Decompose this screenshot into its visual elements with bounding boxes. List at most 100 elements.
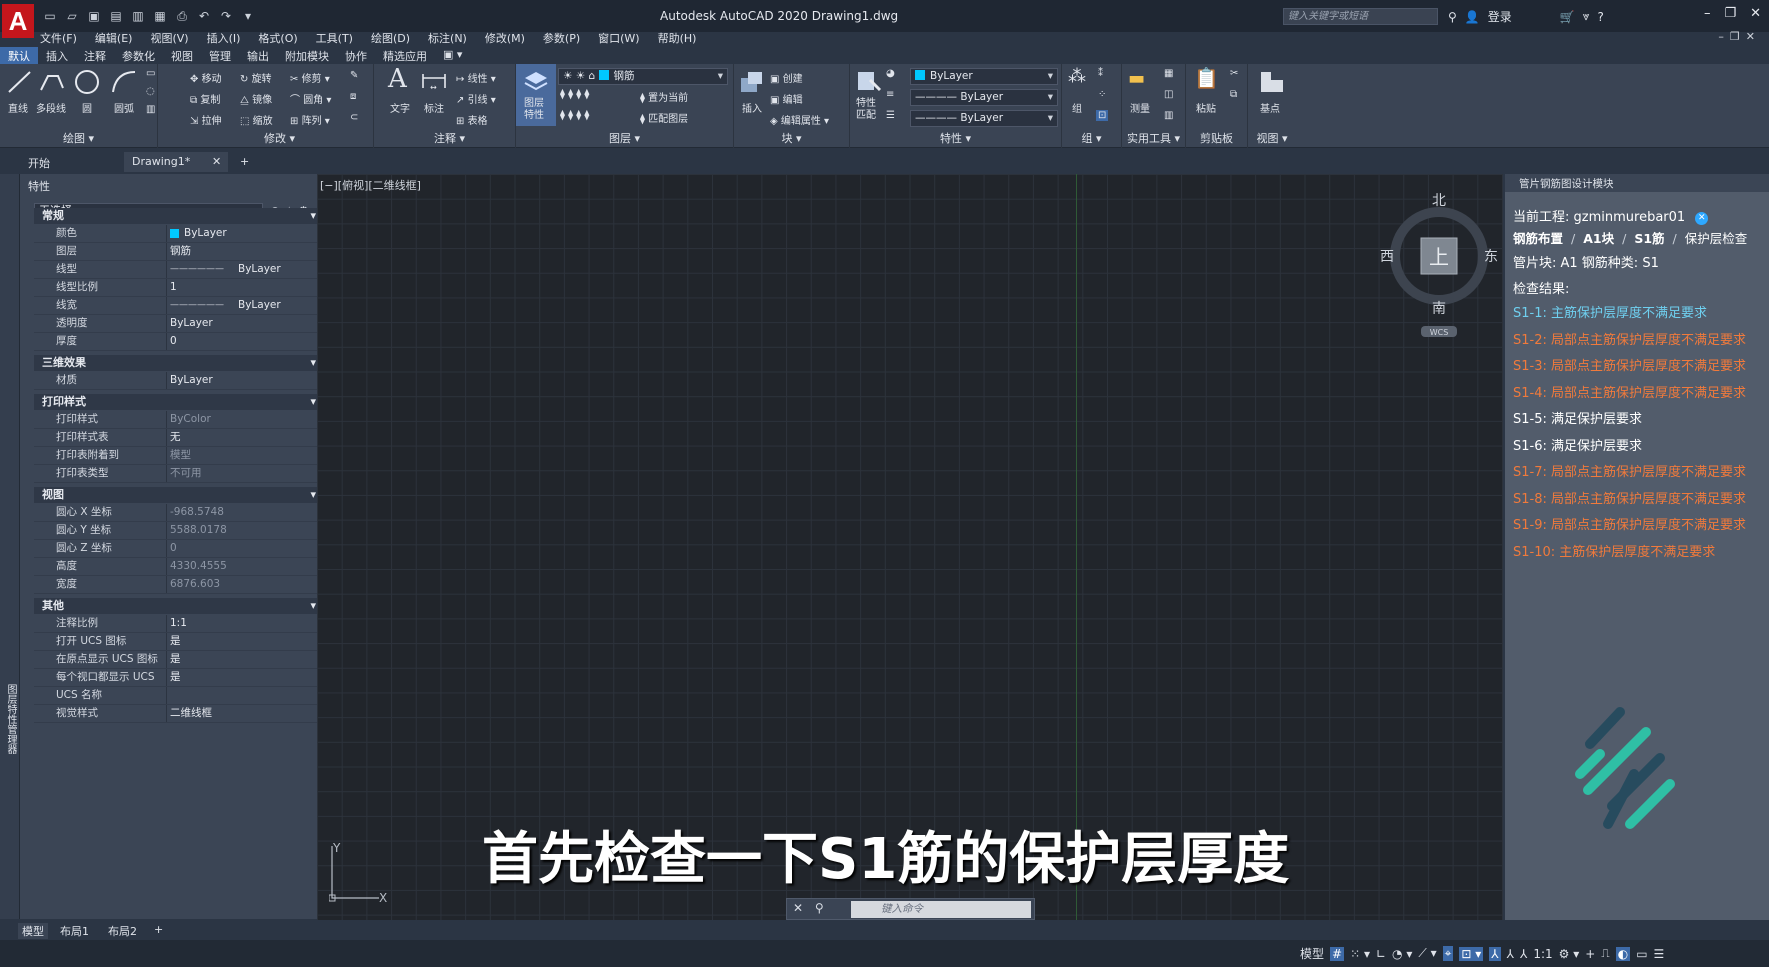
draw-more-icon[interactable]: ▥	[146, 104, 155, 115]
line-icon[interactable]	[6, 68, 34, 96]
ribbon-tab[interactable]: 视图	[163, 47, 201, 64]
insert-block-icon[interactable]	[738, 68, 766, 96]
menu-item[interactable]: 工具(T)	[316, 30, 353, 46]
paste-tool-label[interactable]: 粘贴	[1196, 100, 1216, 115]
property-row[interactable]: 透明度 ByLayer	[34, 315, 324, 333]
mirror-tool[interactable]: ⧋ 镜像	[240, 91, 272, 106]
block-panel-title[interactable]: 块 ▾	[734, 130, 849, 146]
breadcrumb-item[interactable]: S1筋	[1634, 231, 1664, 246]
modify-panel-title[interactable]: 修改 ▾	[186, 130, 373, 146]
edit-block-tool[interactable]: ▣ 编辑	[770, 91, 803, 106]
viewcube-face-top[interactable]: 上	[1429, 245, 1449, 269]
section-header-3d[interactable]: 三维效果	[34, 355, 324, 371]
minimize-icon[interactable]: –	[1704, 6, 1711, 21]
new-tab-icon[interactable]: +	[240, 152, 260, 172]
measure-icon[interactable]: ▬	[1128, 68, 1145, 89]
layer-manager-side-label[interactable]: 图层特性管理器	[3, 684, 18, 754]
compass-north[interactable]: 北	[1432, 193, 1446, 209]
base-point-label[interactable]: 基点	[1260, 100, 1280, 115]
layers-panel-title[interactable]: 图层 ▾	[516, 130, 733, 146]
rotate-tool[interactable]: ↻ 旋转	[240, 70, 272, 85]
project-close-icon[interactable]: ✕	[1695, 212, 1709, 225]
stretch-tool[interactable]: ⇲ 拉伸	[190, 112, 222, 127]
ungroup-icon[interactable]: ⁑	[1098, 68, 1103, 79]
layout-tab[interactable]: 布局2	[108, 923, 137, 939]
units-icon[interactable]: ⎍	[1601, 946, 1609, 961]
annotation-visibility-icon[interactable]: ⅄	[1489, 946, 1501, 961]
clean-screen-icon[interactable]: ▭	[1636, 947, 1647, 961]
compass-south[interactable]: 南	[1432, 301, 1446, 317]
circle-icon[interactable]	[73, 68, 101, 96]
ribbon-extra-icon[interactable]: ▣ ▾	[435, 47, 470, 64]
osnap-icon[interactable]: ⌖	[1442, 946, 1454, 961]
save-as-icon[interactable]: ▤	[108, 8, 124, 24]
text-icon[interactable]: A	[388, 64, 407, 94]
make-current-tool[interactable]: ⧫ 置为当前	[640, 89, 688, 104]
section-header-general[interactable]: 常规	[34, 208, 324, 224]
menu-item[interactable]: 视图(V)	[150, 30, 188, 46]
check-result-item[interactable]: S1-6: 满足保护层要求	[1513, 435, 1642, 454]
menu-item[interactable]: 帮助(H)	[658, 30, 697, 46]
menu-item[interactable]: 编辑(E)	[95, 30, 133, 46]
property-row[interactable]: 打开 UCS 图标 是	[34, 633, 324, 651]
save-icon[interactable]: ▣	[86, 8, 102, 24]
property-row[interactable]: 圆心 Z 坐标 0	[34, 540, 324, 558]
scale-tool[interactable]: ⬚ 缩放	[240, 112, 273, 127]
annotation-panel-title[interactable]: 注释 ▾	[384, 130, 515, 146]
arc-icon[interactable]	[110, 68, 138, 96]
compass-east[interactable]: 东	[1484, 249, 1498, 265]
property-row[interactable]: 打印表类型 不可用	[34, 465, 324, 483]
ribbon-tab[interactable]: 插入	[38, 47, 76, 64]
property-row[interactable]: 圆心 Y 坐标 5588.0178	[34, 522, 324, 540]
clipboard-panel-title[interactable]: 剪贴板	[1186, 130, 1247, 146]
qat-dropdown-icon[interactable]: ▾	[240, 8, 256, 24]
array-tool[interactable]: ⊞ 阵列 ▾	[290, 112, 330, 127]
match-layer-tool[interactable]: ⧫ 匹配图层	[640, 110, 688, 125]
property-row[interactable]: 图层 钢筋	[34, 243, 324, 261]
polyline-icon[interactable]	[38, 68, 66, 96]
open-file-icon[interactable]: ▱	[64, 8, 80, 24]
menu-item[interactable]: 参数(P)	[543, 30, 580, 46]
property-row[interactable]: 颜色 ByLayer	[34, 225, 324, 243]
help-search-input[interactable]: 键入关键字或短语	[1283, 8, 1438, 25]
property-row[interactable]: 高度 4330.4555	[34, 558, 324, 576]
menu-item[interactable]: 格式(O)	[258, 30, 297, 46]
menu-item[interactable]: 修改(M)	[485, 30, 525, 46]
restore-icon[interactable]: ❐	[1724, 6, 1736, 21]
menu-item[interactable]: 绘图(D)	[371, 30, 410, 46]
copy-tool[interactable]: ⧉ 复制	[190, 91, 220, 106]
layout-tab[interactable]: 布局1	[60, 923, 89, 939]
command-line-controls[interactable]: ✕ ⚲	[793, 901, 828, 915]
color-dropdown[interactable]: ByLayer	[910, 68, 1058, 85]
help-icon[interactable]: ?	[1598, 10, 1604, 24]
text-tool-label[interactable]: 文字	[390, 100, 410, 115]
ribbon-tab[interactable]: 附加模块	[277, 47, 337, 64]
arc-tool-label[interactable]: 圆弧	[114, 100, 134, 115]
check-result-item[interactable]: S1-4: 局部点主筋保护层厚度不满足要求	[1513, 382, 1746, 401]
section-header-misc[interactable]: 其他	[34, 598, 324, 614]
redo-icon[interactable]: ↷	[218, 8, 234, 24]
linetype-dropdown[interactable]: ———— ByLayer	[910, 110, 1058, 127]
snap-icon[interactable]: ⁙ ▾	[1350, 947, 1370, 961]
otrack-icon[interactable]: ⊡ ▾	[1459, 946, 1484, 961]
quick-calc-icon[interactable]: ▦	[1164, 68, 1173, 79]
viewport-controls-label[interactable]: [−][俯视][二维线框]	[320, 177, 421, 193]
menu-item[interactable]: 文件(F)	[40, 30, 77, 46]
groups-panel-title[interactable]: 组 ▾	[1062, 130, 1121, 146]
user-icon[interactable]: 👤	[1465, 10, 1480, 24]
drawing-viewport[interactable]: [−][俯视][二维线框] 上 北 南 东 西 WCS Y X 首先检查一下S1…	[317, 174, 1503, 920]
property-row[interactable]: 厚度 0	[34, 333, 324, 351]
lineweight-dropdown[interactable]: ———— ByLayer	[910, 89, 1058, 106]
explode-icon[interactable]: ⧈	[350, 91, 356, 102]
wcs-menu[interactable]: WCS	[1430, 328, 1449, 337]
check-result-item[interactable]: S1-8: 局部点主筋保护层厚度不满足要求	[1513, 488, 1746, 507]
drawing-tab[interactable]: Drawing1* ✕	[124, 152, 228, 172]
group-select-icon[interactable]: ⊡	[1096, 110, 1109, 121]
group-icon[interactable]: ⁂	[1068, 66, 1086, 87]
lineweight-icon[interactable]: ≡	[886, 89, 894, 100]
property-row[interactable]: 打印表附着到 模型	[34, 447, 324, 465]
layer-tools-row2-icons[interactable]: ⧫ ⧫ ⧫ ⧫	[560, 110, 589, 121]
customize-icon[interactable]: ☰	[1654, 947, 1665, 961]
workspace-gear-icon[interactable]: ⚙ ▾	[1559, 947, 1580, 961]
layer-tools-row1-icons[interactable]: ⧫ ⧫ ⧫ ⧫	[560, 89, 589, 100]
